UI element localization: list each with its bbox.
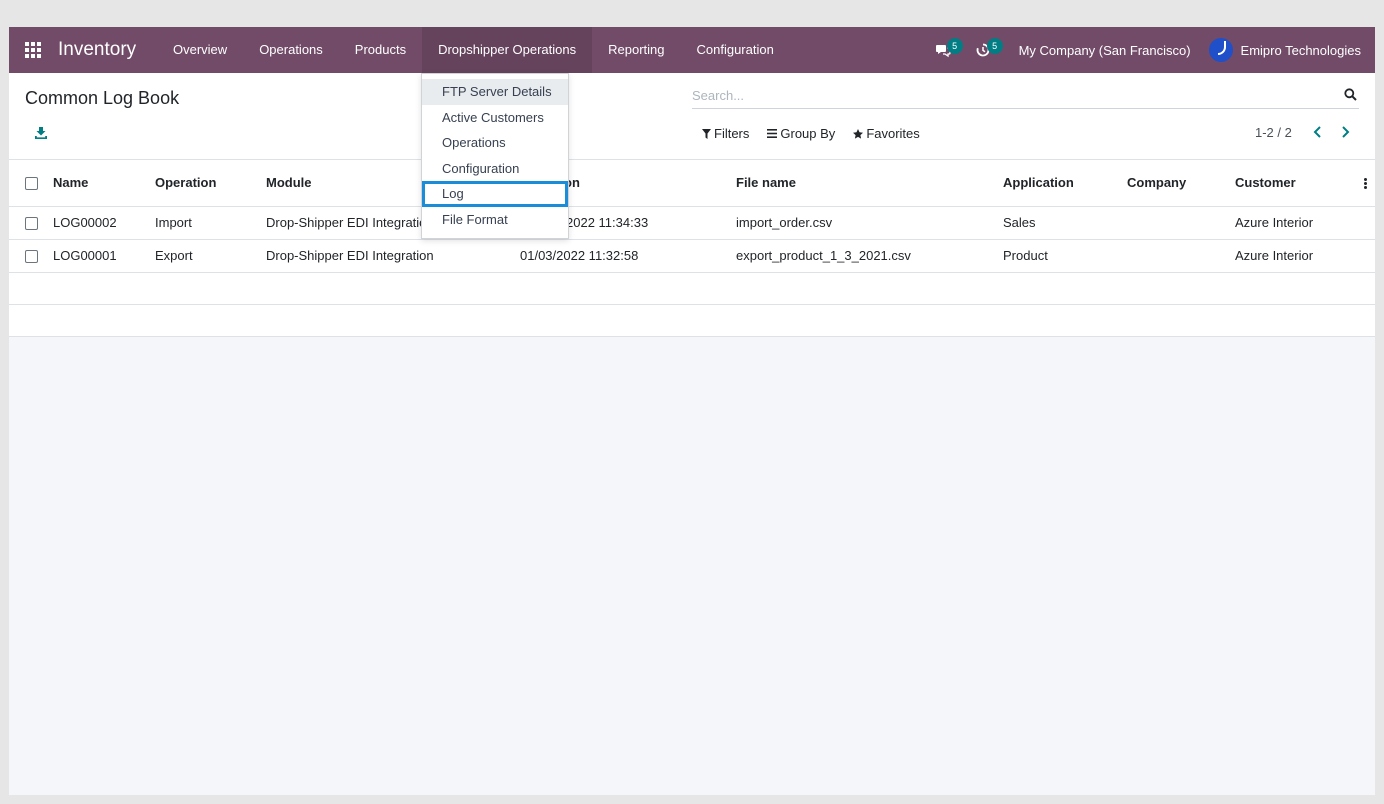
- table-row[interactable]: LOG00002 Import Drop-Shipper EDI Integra…: [9, 206, 1375, 240]
- user-name: Emipro Technologies: [1240, 42, 1361, 58]
- pager-next-button[interactable]: [1338, 125, 1352, 139]
- group-by-button[interactable]: Group By: [767, 126, 835, 141]
- search-bar: [692, 83, 1359, 109]
- company-switcher[interactable]: My Company (San Francisco): [1007, 43, 1209, 58]
- cell-operation: Export: [155, 239, 266, 273]
- filters-button[interactable]: Filters: [702, 126, 749, 141]
- cell-customer: Azure Interior: [1235, 206, 1375, 240]
- empty-cell: [9, 272, 1375, 305]
- empty-row: [9, 272, 1375, 305]
- favorites-button[interactable]: Favorites: [853, 126, 920, 141]
- search-options: Filters Group By Favorites: [702, 126, 938, 141]
- messages-badge: 5: [946, 38, 963, 54]
- dropdown-item-operations[interactable]: Operations: [422, 130, 568, 156]
- menu-reporting[interactable]: Reporting: [592, 27, 680, 73]
- empty-row: [9, 304, 1375, 337]
- filter-icon: [702, 128, 711, 139]
- optional-columns-icon[interactable]: [1364, 178, 1367, 189]
- pager-value[interactable]: 1-2 / 2: [1255, 125, 1292, 140]
- dropdown-item-log[interactable]: Log: [422, 181, 568, 207]
- app-title[interactable]: Inventory: [58, 39, 136, 61]
- cell-name: LOG00002: [53, 206, 155, 240]
- table-header-row: Name Operation Module on File name Appli…: [9, 160, 1375, 207]
- dropdown-item-configuration[interactable]: Configuration: [422, 156, 568, 182]
- table-row[interactable]: LOG00001 Export Drop-Shipper EDI Integra…: [9, 239, 1375, 273]
- cell-file-name: export_product_1_3_2021.csv: [736, 239, 1003, 273]
- column-header-operation[interactable]: Operation: [155, 160, 266, 207]
- star-icon: [853, 128, 864, 139]
- cell-module: Drop-Shipper EDI Integration: [266, 239, 520, 273]
- column-header-file-name[interactable]: File name: [736, 160, 1003, 207]
- favorites-label: Favorites: [866, 126, 920, 141]
- cell-name: LOG00001: [53, 239, 155, 273]
- menu-configuration[interactable]: Configuration: [681, 27, 790, 73]
- bars-icon: [767, 129, 778, 138]
- row-checkbox[interactable]: [25, 250, 38, 264]
- column-header-company[interactable]: Company: [1127, 160, 1235, 207]
- row-select-cell: [9, 206, 53, 240]
- navbar-systray: 5 5 My Company (San Francisco) Emipro Te…: [927, 27, 1375, 73]
- empty-cell: [9, 304, 1375, 337]
- download-icon: [35, 127, 47, 139]
- activities-button[interactable]: 5: [967, 27, 1007, 73]
- column-header-customer-label: Customer: [1235, 175, 1296, 191]
- cell-file-name: import_order.csv: [736, 206, 1003, 240]
- dropshipper-operations-dropdown: FTP Server Details Active Customers Oper…: [421, 73, 569, 239]
- menu-dropshipper-operations[interactable]: Dropshipper Operations: [422, 27, 593, 73]
- cell-date-text: 01/03/2022 11:32:58: [520, 248, 639, 263]
- menu-products[interactable]: Products: [339, 27, 422, 73]
- search-input[interactable]: [692, 83, 1332, 108]
- filters-label: Filters: [714, 126, 750, 141]
- control-panel: Common Log Book Filters Group By: [9, 73, 1375, 160]
- chevron-left-icon: [1313, 126, 1321, 138]
- row-checkbox[interactable]: [25, 217, 38, 231]
- row-select-cell: [9, 239, 53, 273]
- cell-company: [1127, 206, 1235, 240]
- search-icon[interactable]: [1344, 88, 1357, 101]
- activities-badge: 5: [986, 38, 1003, 54]
- chevron-right-icon: [1342, 126, 1350, 138]
- user-menu[interactable]: Emipro Technologies: [1208, 38, 1375, 62]
- column-header-name[interactable]: Name: [53, 160, 155, 207]
- cell-date: 01/03/2022 11:32:58: [520, 239, 736, 273]
- cell-operation: Import: [155, 206, 266, 240]
- cell-application: Product: [1003, 239, 1127, 273]
- app-window: Inventory Overview Operations Products D…: [9, 27, 1375, 795]
- page-title: Common Log Book: [25, 88, 180, 108]
- pager-previous-button[interactable]: [1311, 125, 1325, 139]
- cell-application: Sales: [1003, 206, 1127, 240]
- dropdown-item-file-format[interactable]: File Format: [422, 207, 568, 233]
- dropdown-item-active-customers[interactable]: Active Customers: [422, 105, 568, 131]
- select-all-checkbox[interactable]: [25, 177, 38, 191]
- messages-button[interactable]: 5: [927, 27, 967, 73]
- cell-company: [1127, 239, 1235, 273]
- avatar: [1208, 38, 1233, 62]
- dropdown-item-ftp-server-details[interactable]: FTP Server Details: [422, 79, 568, 105]
- menu-operations[interactable]: Operations: [243, 27, 339, 73]
- select-all-cell: [9, 160, 53, 207]
- column-header-application[interactable]: Application: [1003, 160, 1127, 207]
- log-list-table: Name Operation Module on File name Appli…: [9, 160, 1375, 337]
- cell-customer: Azure Interior: [1235, 239, 1375, 273]
- group-by-label: Group By: [780, 126, 836, 141]
- export-button[interactable]: [34, 126, 48, 140]
- top-navbar: Inventory Overview Operations Products D…: [9, 27, 1375, 73]
- main-menu: Overview Operations Products Dropshipper…: [157, 27, 790, 73]
- column-header-customer[interactable]: Customer: [1235, 160, 1375, 207]
- apps-menu-icon[interactable]: [25, 42, 41, 58]
- menu-overview[interactable]: Overview: [157, 27, 243, 73]
